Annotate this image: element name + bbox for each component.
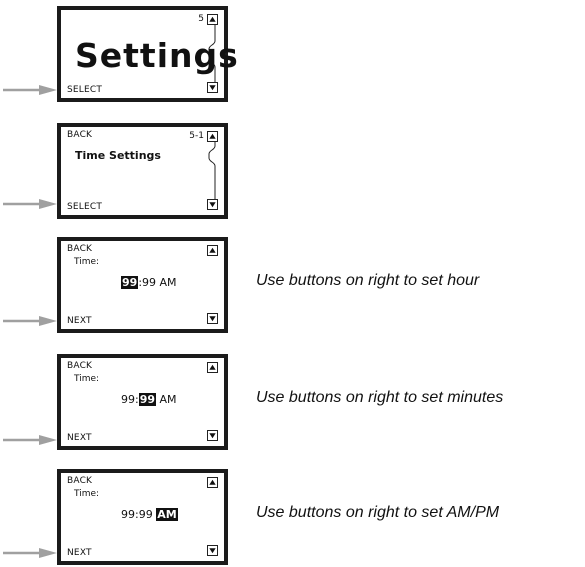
triangle-down-icon [209,433,216,439]
scroll-down-button[interactable] [207,545,218,556]
back-softkey-label: BACK [67,476,93,486]
triangle-up-icon [209,16,216,22]
triangle-up-icon [209,364,216,370]
time-label: Time: [74,374,100,384]
screen-title: Time Settings [75,149,161,162]
arrow-right-icon [3,85,57,95]
time-value: 99:99 AM [121,276,177,289]
arrow-right-icon [3,435,57,445]
triangle-down-icon [209,85,216,91]
minutes-field[interactable]: 99 [138,393,157,406]
time-label: Time: [74,489,100,499]
scroll-up-button[interactable] [207,477,218,488]
scroll-up-button[interactable] [207,14,218,25]
back-softkey-label: BACK [67,130,93,140]
triangle-down-icon [209,202,216,208]
arrow-right-icon [3,548,57,558]
scroll-down-button[interactable] [207,313,218,324]
minutes-field[interactable]: 99 [142,276,156,289]
scroll-down-button[interactable] [207,199,218,210]
triangle-up-icon [209,133,216,139]
scroll-track [208,142,216,200]
select-softkey-label: SELECT [67,85,103,95]
lcd-screen-set-ampm: BACK Time: 99:99 AM NEXT [57,469,228,565]
instruction-set-minutes: Use buttons on right to set minutes [256,389,504,406]
scroll-up-button[interactable] [207,131,218,142]
scroll-down-button[interactable] [207,82,218,93]
minutes-field[interactable]: 99 [139,508,153,521]
select-softkey-label: SELECT [67,202,103,212]
back-softkey-label: BACK [67,361,93,371]
arrow-right-icon [3,199,57,209]
lcd-screen-set-minutes: BACK Time: 99:99 AM NEXT [57,354,228,450]
instruction-set-hour: Use buttons on right to set hour [256,272,480,289]
triangle-down-icon [209,548,216,554]
back-softkey-label: BACK [67,244,93,254]
lcd-screen-time-settings: BACK 5-1 Time Settings SELECT [57,123,228,219]
screen-title: Settings [75,36,239,75]
triangle-up-icon [209,247,216,253]
hour-field[interactable]: 99 [121,393,135,406]
scroll-down-button[interactable] [207,430,218,441]
next-softkey-label: NEXT [67,316,92,326]
scroll-up-button[interactable] [207,245,218,256]
next-softkey-label: NEXT [67,548,92,558]
ampm-field[interactable]: AM [160,393,177,406]
lcd-screen-settings: 5 Settings SELECT [57,6,238,102]
ampm-field[interactable]: AM [160,276,177,289]
scroll-up-button[interactable] [207,362,218,373]
hour-field[interactable]: 99 [121,508,135,521]
arrow-right-icon [3,316,57,326]
time-value: 99:99 AM [121,393,177,406]
time-label: Time: [74,257,100,267]
ampm-field[interactable]: AM [156,508,178,521]
lcd-screen-set-hour: BACK Time: 99:99 AM NEXT [57,237,228,333]
triangle-up-icon [209,479,216,485]
page-number: 5 [198,14,204,24]
time-value: 99:99 AM [121,508,178,521]
hour-field[interactable]: 99 [121,276,139,289]
page-number: 5-1 [189,131,204,141]
instruction-set-ampm: Use buttons on right to set AM/PM [256,504,500,521]
triangle-down-icon [209,316,216,322]
next-softkey-label: NEXT [67,433,92,443]
